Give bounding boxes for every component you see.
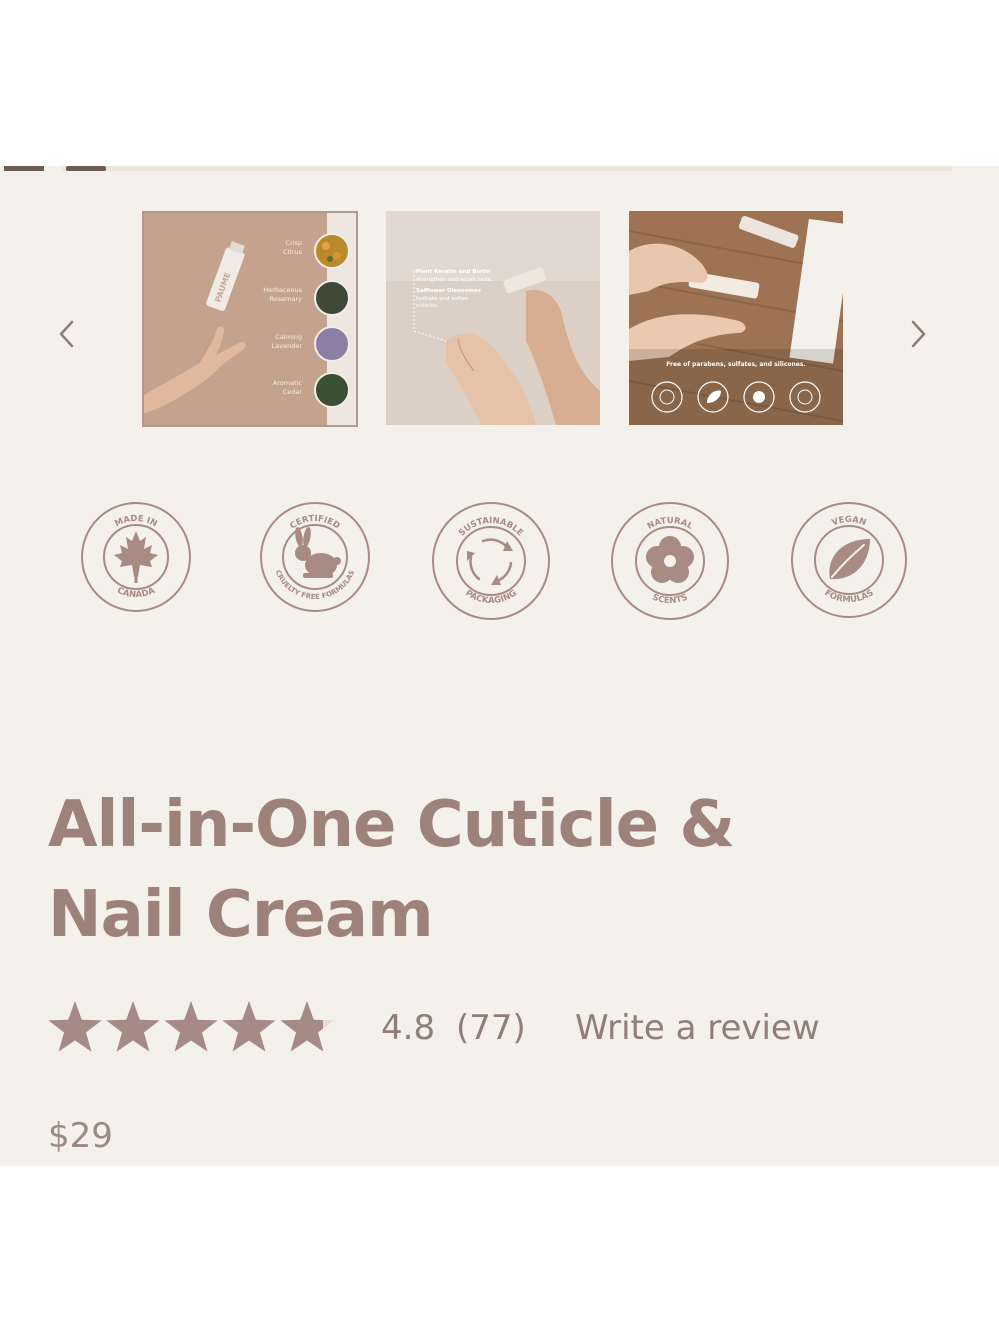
chevron-left-icon bbox=[59, 320, 74, 348]
svg-text:FORMULAS: FORMULAS bbox=[822, 588, 875, 605]
badge-top-text: MADE IN bbox=[113, 514, 158, 529]
badge-cruelty-free: CERTIFIED CRUELTY FREE FORMULAS bbox=[260, 502, 370, 612]
rabbit-icon bbox=[295, 527, 341, 578]
badge-vegan-formulas: VEGAN FORMULAS bbox=[791, 502, 907, 618]
ingredient-heading: Plant Keratin and Biotin bbox=[416, 269, 491, 275]
svg-text:MADE IN: MADE IN bbox=[113, 514, 158, 529]
flower-icon bbox=[646, 536, 694, 583]
scent-label-line: Aromatic bbox=[272, 379, 302, 387]
scent-label-line: Lavender bbox=[271, 342, 302, 350]
gallery-prev-button[interactable] bbox=[52, 316, 82, 352]
gallery-thumbnail-scents[interactable]: PAUME Crisp Citrus Herbaceous Rosemary C… bbox=[142, 211, 358, 427]
svg-text:PACKAGING: PACKAGING bbox=[463, 588, 518, 606]
leaf-icon bbox=[829, 539, 870, 580]
review-count[interactable]: (77) bbox=[456, 1008, 526, 1048]
product-title: All-in-One Cuticle & Nail Cream bbox=[48, 780, 948, 960]
scent-label-line: Calming bbox=[275, 333, 302, 341]
star-rating[interactable] bbox=[48, 999, 338, 1059]
badge-made-in-canada: MADE IN CANADA bbox=[81, 502, 191, 612]
recycle-arrows-icon bbox=[469, 538, 513, 583]
badge-bottom-text: PACKAGING bbox=[463, 588, 518, 606]
rating-value: 4.8 bbox=[381, 1008, 436, 1048]
svg-text:CANADA: CANADA bbox=[115, 586, 156, 601]
gallery-next-button[interactable] bbox=[903, 316, 933, 352]
chevron-right-icon bbox=[911, 320, 926, 348]
badge-top-text: NATURAL bbox=[646, 516, 695, 532]
gallery-thumbnail-free-of[interactable]: Free of parabens, sulfates, and silicone… bbox=[629, 211, 845, 427]
scent-labels: Crisp Citrus Herbaceous Rosemary Calming… bbox=[144, 213, 356, 425]
ingredient-desc: strengthen and repair nails. bbox=[416, 276, 493, 283]
product-title-line: Nail Cream bbox=[48, 878, 434, 952]
rating-row: 4.8 (77) Write a review bbox=[48, 999, 948, 1059]
star-icon bbox=[222, 1001, 276, 1052]
gallery-thumbnail-ingredients[interactable]: Plant Keratin and Biotin strengthen and … bbox=[386, 211, 602, 427]
scent-label-line: Citrus bbox=[282, 248, 302, 256]
star-icon bbox=[106, 1001, 160, 1052]
svg-text:NATURAL: NATURAL bbox=[646, 516, 695, 532]
gallery-scrollbar-thumb[interactable] bbox=[66, 166, 106, 171]
badge-bottom-text: FORMULAS bbox=[822, 588, 875, 605]
ingredients-text: Plant Keratin and Biotin strengthen and … bbox=[416, 269, 536, 311]
badge-bottom-text: CANADA bbox=[115, 586, 156, 601]
free-of-product-image bbox=[629, 211, 843, 425]
gallery-scroll-indicator bbox=[4, 166, 44, 171]
maple-leaf-icon bbox=[114, 531, 158, 583]
product-page: PAUME Crisp Citrus Herbaceous Rosemary C… bbox=[0, 166, 999, 1166]
star-icon bbox=[48, 1001, 102, 1052]
badge-sustainable-packaging: SUSTAINABLE PACKAGING bbox=[432, 502, 550, 620]
ingredient-desc: cuticles. bbox=[416, 303, 439, 309]
scent-label-line: Cedar bbox=[282, 388, 302, 396]
ingredient-heading: Safflower Oleosomes bbox=[416, 288, 481, 294]
ingredient-desc: hydrate and soften bbox=[416, 295, 469, 302]
ingredients-product-image bbox=[386, 211, 600, 425]
scent-label-line: Herbaceous bbox=[263, 286, 302, 294]
star-icon bbox=[280, 1001, 334, 1052]
product-title-line: All-in-One Cuticle & bbox=[48, 788, 735, 862]
product-price: $29 bbox=[48, 1116, 113, 1156]
scent-label-line: Crisp bbox=[285, 239, 302, 247]
scent-label-line: Rosemary bbox=[269, 295, 302, 303]
gallery-scrollbar[interactable] bbox=[62, 166, 952, 171]
free-of-caption: Free of parabens, sulfates, and silicone… bbox=[666, 361, 806, 368]
badge-natural-scents: NATURAL SCENTS bbox=[611, 502, 729, 620]
write-review-link[interactable]: Write a review bbox=[575, 1008, 820, 1048]
star-icon bbox=[164, 1001, 218, 1052]
